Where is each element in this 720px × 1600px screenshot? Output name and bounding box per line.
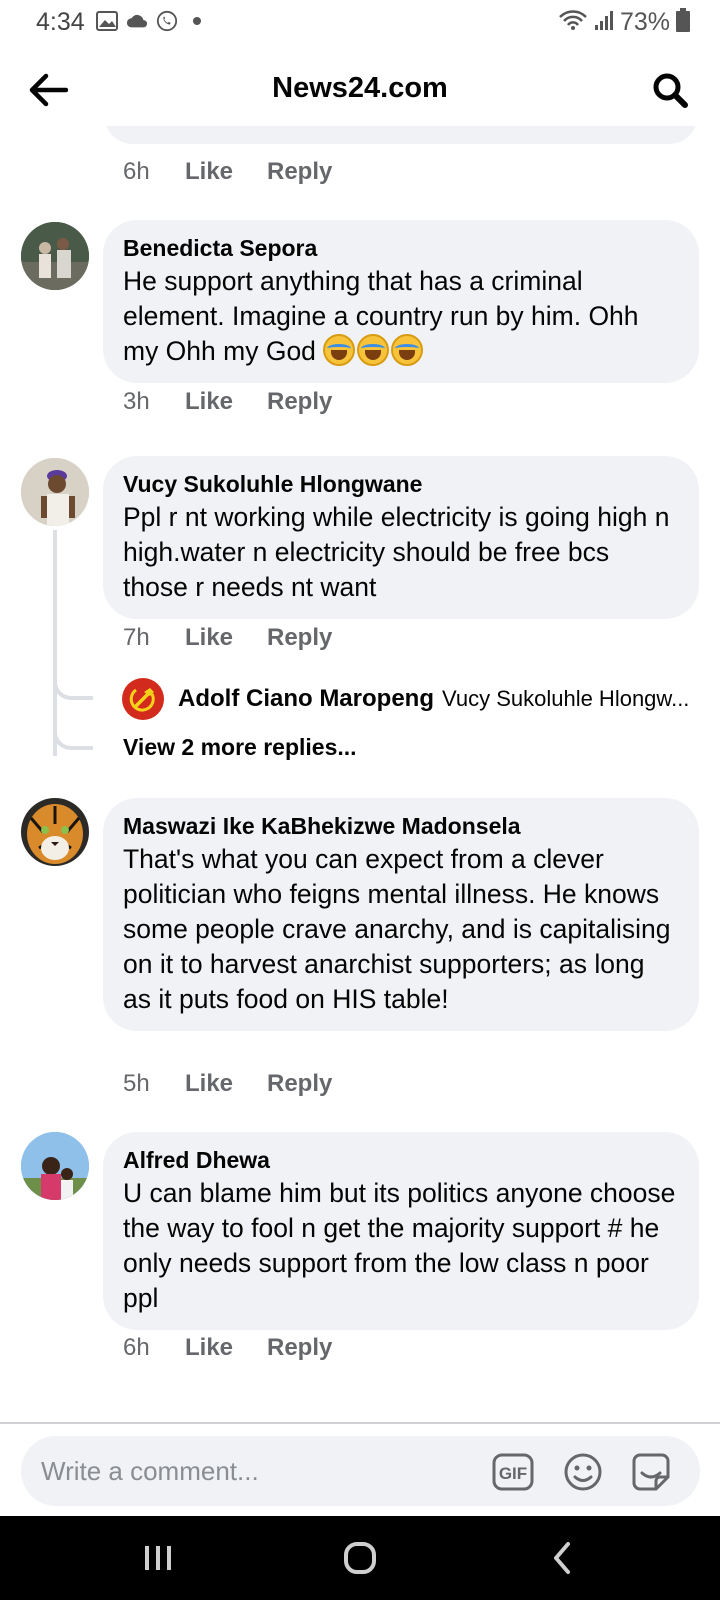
- avatar[interactable]: [21, 1132, 89, 1200]
- comment-time: 5h: [123, 1070, 150, 1097]
- notification-icons: [96, 10, 208, 32]
- thread-branch: [53, 728, 93, 750]
- back-chevron-icon: [554, 1542, 570, 1574]
- cloud-icon: [126, 10, 148, 32]
- battery-icon: [676, 8, 690, 37]
- composer-divider: [0, 1422, 720, 1424]
- comment-actions: 7h Like Reply: [123, 624, 332, 652]
- emoji-button[interactable]: [561, 1450, 605, 1494]
- reply-preview[interactable]: Adolf Ciano Maropeng Vucy Sukoluhle Hlon…: [122, 678, 698, 720]
- like-button[interactable]: Like: [185, 388, 267, 416]
- comment-time: 7h: [123, 624, 150, 651]
- status-bar: 4:34 73%: [0, 0, 720, 44]
- reply-button[interactable]: Reply: [267, 388, 332, 416]
- back-nav-button[interactable]: [540, 1536, 584, 1580]
- thread-branch: [53, 678, 93, 700]
- reply-button[interactable]: Reply: [267, 1334, 332, 1362]
- reply-button[interactable]: Reply: [267, 158, 332, 186]
- previous-comment-bubble[interactable]: [104, 126, 698, 144]
- status-time: 4:34: [36, 8, 85, 36]
- comment-bubble[interactable]: Alfred Dhewa U can blame him but its pol…: [103, 1132, 699, 1330]
- page-title: News24.com: [272, 72, 448, 104]
- system-nav-bar: [0, 1516, 720, 1600]
- svg-text:GIF: GIF: [499, 1464, 527, 1483]
- wifi-icon: [558, 9, 588, 36]
- dot-icon: [186, 10, 208, 32]
- comment-text: He support anything that has a criminal …: [123, 264, 679, 369]
- recent-apps-icon: [145, 1546, 171, 1570]
- laughing-emoji-icon: [391, 334, 424, 366]
- comment-author[interactable]: Benedicta Sepora: [123, 234, 679, 262]
- gallery-icon: [96, 10, 118, 32]
- battery-percent: 73%: [619, 8, 670, 36]
- signal-icon: [594, 9, 614, 36]
- thread-line: [53, 530, 57, 756]
- sticker-button[interactable]: [629, 1450, 673, 1494]
- previous-comment-actions: 6h Like Reply: [123, 158, 332, 186]
- comment-text: Ppl r nt working while electricity is go…: [123, 502, 670, 602]
- gif-icon: GIF: [492, 1453, 534, 1491]
- comment-actions: 3h Like Reply: [123, 388, 332, 416]
- comment-author[interactable]: Vucy Sukoluhle Hlongwane: [123, 470, 679, 498]
- hammer-sickle-icon: [129, 688, 155, 712]
- status-right: 73%: [558, 8, 690, 37]
- reply-author[interactable]: Adolf Ciano Maropeng: [178, 685, 434, 713]
- smiley-icon: [564, 1453, 602, 1491]
- laughing-emoji-icon: [323, 334, 356, 366]
- reply-button[interactable]: Reply: [267, 624, 332, 652]
- comment-input[interactable]: [41, 1436, 471, 1506]
- sticker-icon: [632, 1453, 670, 1491]
- like-button[interactable]: Like: [185, 624, 267, 652]
- comment-actions: 6h Like Reply: [123, 1334, 332, 1362]
- reply-button[interactable]: Reply: [267, 1070, 332, 1098]
- comment-bubble[interactable]: Maswazi Ike KaBhekizwe Madonsela That's …: [103, 798, 699, 1031]
- comment-time: 6h: [123, 158, 150, 185]
- recent-apps-button[interactable]: [136, 1536, 180, 1580]
- home-icon: [344, 1542, 376, 1574]
- gif-button[interactable]: GIF: [491, 1450, 535, 1494]
- avatar[interactable]: [21, 458, 89, 526]
- like-button[interactable]: Like: [185, 1070, 267, 1098]
- reply-text: Vucy Sukoluhle Hlongw...: [441, 686, 690, 711]
- laughing-emoji-icon: [357, 334, 390, 366]
- whatsapp-icon: [156, 10, 178, 32]
- search-icon: [653, 73, 688, 108]
- like-button[interactable]: Like: [185, 158, 267, 186]
- like-button[interactable]: Like: [185, 1334, 267, 1362]
- header: News24.com: [0, 56, 720, 126]
- avatar[interactable]: [122, 678, 164, 720]
- comment-text: U can blame him but its politics anyone …: [123, 1178, 676, 1313]
- comment-bubble[interactable]: Benedicta Sepora He support anything tha…: [103, 220, 699, 383]
- comments-feed[interactable]: 6h Like Reply Benedicta Sepora He suppor…: [0, 126, 720, 1422]
- comment-author[interactable]: Alfred Dhewa: [123, 1146, 679, 1174]
- search-button[interactable]: [648, 68, 692, 112]
- comment-composer: GIF: [21, 1436, 700, 1506]
- comment-text: That's what you can expect from a clever…: [123, 844, 671, 1014]
- comment-author[interactable]: Maswazi Ike KaBhekizwe Madonsela: [123, 812, 679, 840]
- comment-bubble[interactable]: Vucy Sukoluhle Hlongwane Ppl r nt workin…: [103, 456, 699, 619]
- avatar[interactable]: [21, 798, 89, 866]
- comment-time: 6h: [123, 1334, 150, 1361]
- home-button[interactable]: [338, 1536, 382, 1580]
- comment-time: 3h: [123, 388, 150, 415]
- avatar[interactable]: [21, 222, 89, 290]
- view-more-replies[interactable]: View 2 more replies...: [123, 734, 357, 761]
- comment-actions: 5h Like Reply: [123, 1070, 332, 1098]
